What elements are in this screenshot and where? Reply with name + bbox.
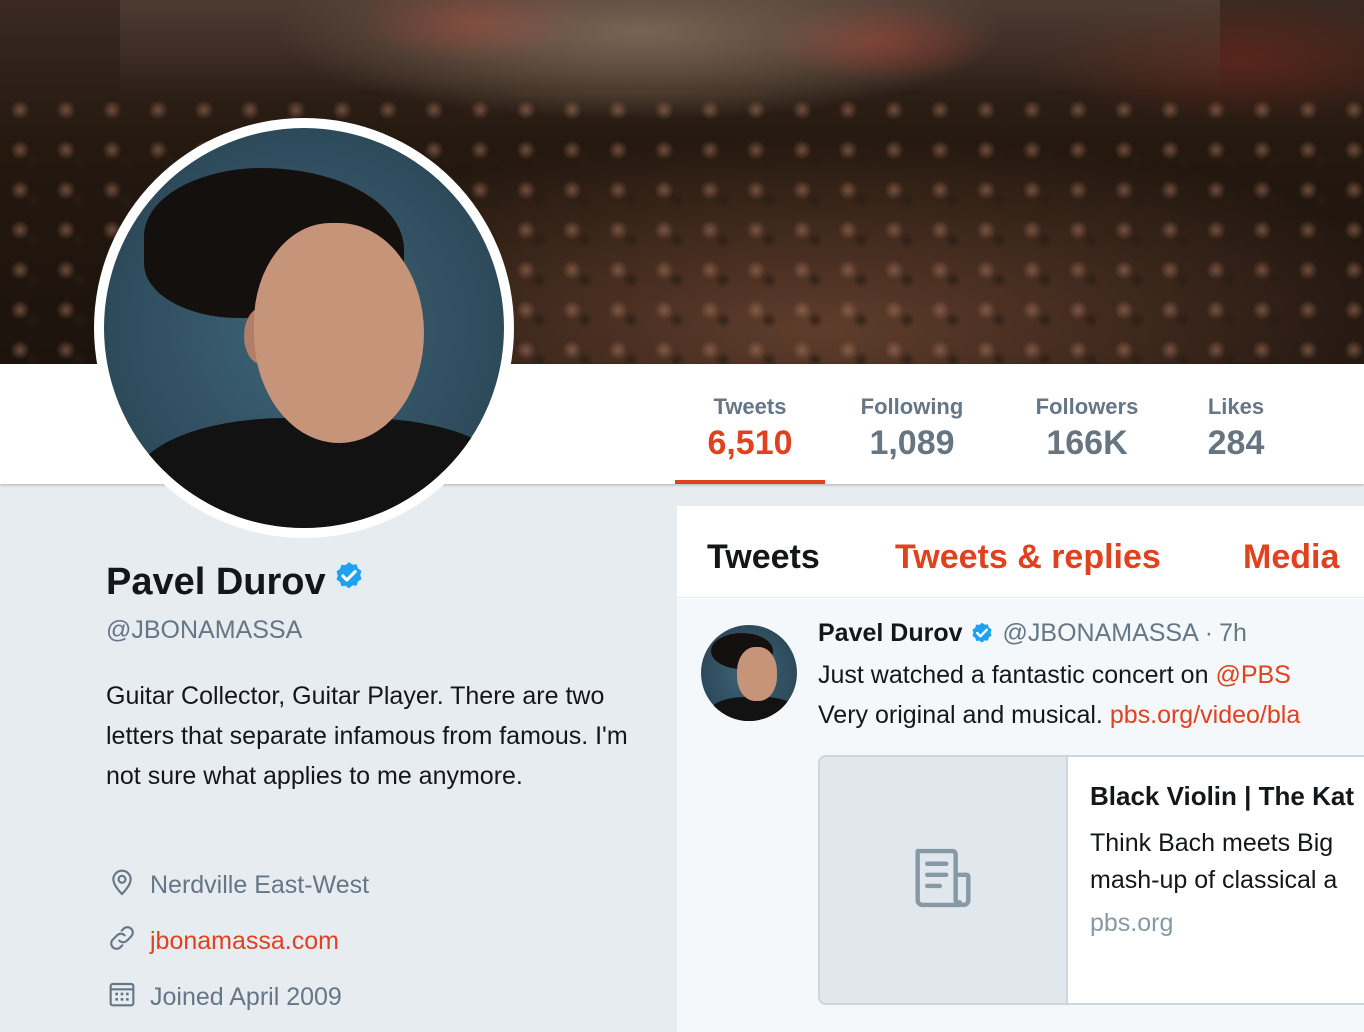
- card-description-line: mash-up of classical a: [1090, 866, 1338, 894]
- profile-name-text: Pavel Durov: [106, 560, 326, 603]
- stat-tweets[interactable]: Tweets 6,510: [675, 364, 825, 484]
- card-description: Think Bach meets Big mash-up of classica…: [1090, 825, 1337, 899]
- website-link[interactable]: jbonamassa.com: [150, 927, 339, 956]
- stat-following[interactable]: Following 1,089: [843, 364, 981, 484]
- stat-value: 6,510: [707, 424, 793, 462]
- tab-tweets[interactable]: Tweets: [707, 538, 820, 577]
- location-text: Nerdville East-West: [150, 871, 370, 899]
- profile-avatar-frame[interactable]: [94, 118, 514, 538]
- tweet-text-line: Just watched a fantastic concert on @PBS: [818, 655, 1364, 695]
- tweet-item[interactable]: Pavel Durov @JBONAMASSA · 7h Just watche…: [677, 599, 1364, 1032]
- stat-likes[interactable]: Likes 284: [1191, 364, 1281, 484]
- profile-website: jbonamassa.com: [106, 922, 339, 961]
- tweet-mention-link[interactable]: @PBS: [1215, 661, 1290, 689]
- profile-name: Pavel Durov: [106, 560, 366, 604]
- card-thumbnail: [820, 757, 1068, 1003]
- tweet-text-segment: Very original and musical.: [818, 701, 1110, 729]
- calendar-icon: [106, 978, 150, 1017]
- tab-tweets-and-replies[interactable]: Tweets & replies: [895, 538, 1161, 577]
- timeline-tabs: Tweets Tweets & replies Media: [677, 506, 1364, 598]
- tweet-timestamp[interactable]: 7h: [1219, 619, 1247, 648]
- tweet-text-segment: Just watched a fantastic concert on: [818, 661, 1216, 689]
- profile-handle: @JBONAMASSA: [106, 616, 303, 644]
- joined-text: Joined April 2009: [150, 983, 342, 1011]
- document-icon: [905, 840, 981, 921]
- tweet-avatar-face-shape: [737, 647, 777, 701]
- profile-bio: Guitar Collector, Guitar Player. There a…: [106, 682, 628, 790]
- timeline-panel: Tweets Tweets & replies Media Pavel Duro…: [677, 506, 1364, 1032]
- tweet-author-handle[interactable]: @JBONAMASSA: [1003, 619, 1199, 648]
- stat-value: 1,089: [869, 424, 955, 462]
- card-title: Black Violin | The Kat: [1090, 781, 1354, 811]
- tweet-separator: ·: [1204, 619, 1214, 647]
- card-domain: pbs.org: [1090, 909, 1174, 937]
- location-pin-icon: [106, 866, 150, 905]
- tweet-text: Just watched a fantastic concert on @PBS…: [818, 655, 1364, 735]
- profile-joined: Joined April 2009: [106, 978, 342, 1017]
- profile-avatar[interactable]: [104, 128, 504, 528]
- stat-label: Following: [860, 394, 964, 419]
- stat-value: 284: [1207, 424, 1265, 462]
- card-description-line: Think Bach meets Big: [1090, 829, 1334, 857]
- stat-value: 166K: [1046, 424, 1128, 462]
- tweet-text-line: Very original and musical. pbs.org/video…: [818, 695, 1364, 735]
- link-preview-card[interactable]: Black Violin | The Kat Think Bach meets …: [818, 755, 1364, 1005]
- verified-badge-icon: [332, 560, 366, 604]
- banner-stage: [120, 0, 1220, 90]
- tab-media[interactable]: Media: [1243, 538, 1339, 577]
- stat-label: Followers: [1035, 394, 1139, 419]
- tweet-avatar[interactable]: [701, 625, 797, 721]
- stat-label: Likes: [1207, 394, 1265, 419]
- tweet-url-link[interactable]: pbs.org/video/bla: [1110, 701, 1300, 729]
- tweet-header: Pavel Durov @JBONAMASSA · 7h: [818, 619, 1247, 648]
- profile-location: Nerdville East-West: [106, 866, 369, 905]
- stat-followers[interactable]: Followers 166K: [1017, 364, 1157, 484]
- stat-label: Tweets: [713, 394, 787, 419]
- avatar-face-shape: [254, 223, 424, 443]
- tweet-author-name[interactable]: Pavel Durov: [818, 619, 963, 648]
- verified-badge-icon: [969, 621, 995, 647]
- link-icon: [106, 922, 150, 961]
